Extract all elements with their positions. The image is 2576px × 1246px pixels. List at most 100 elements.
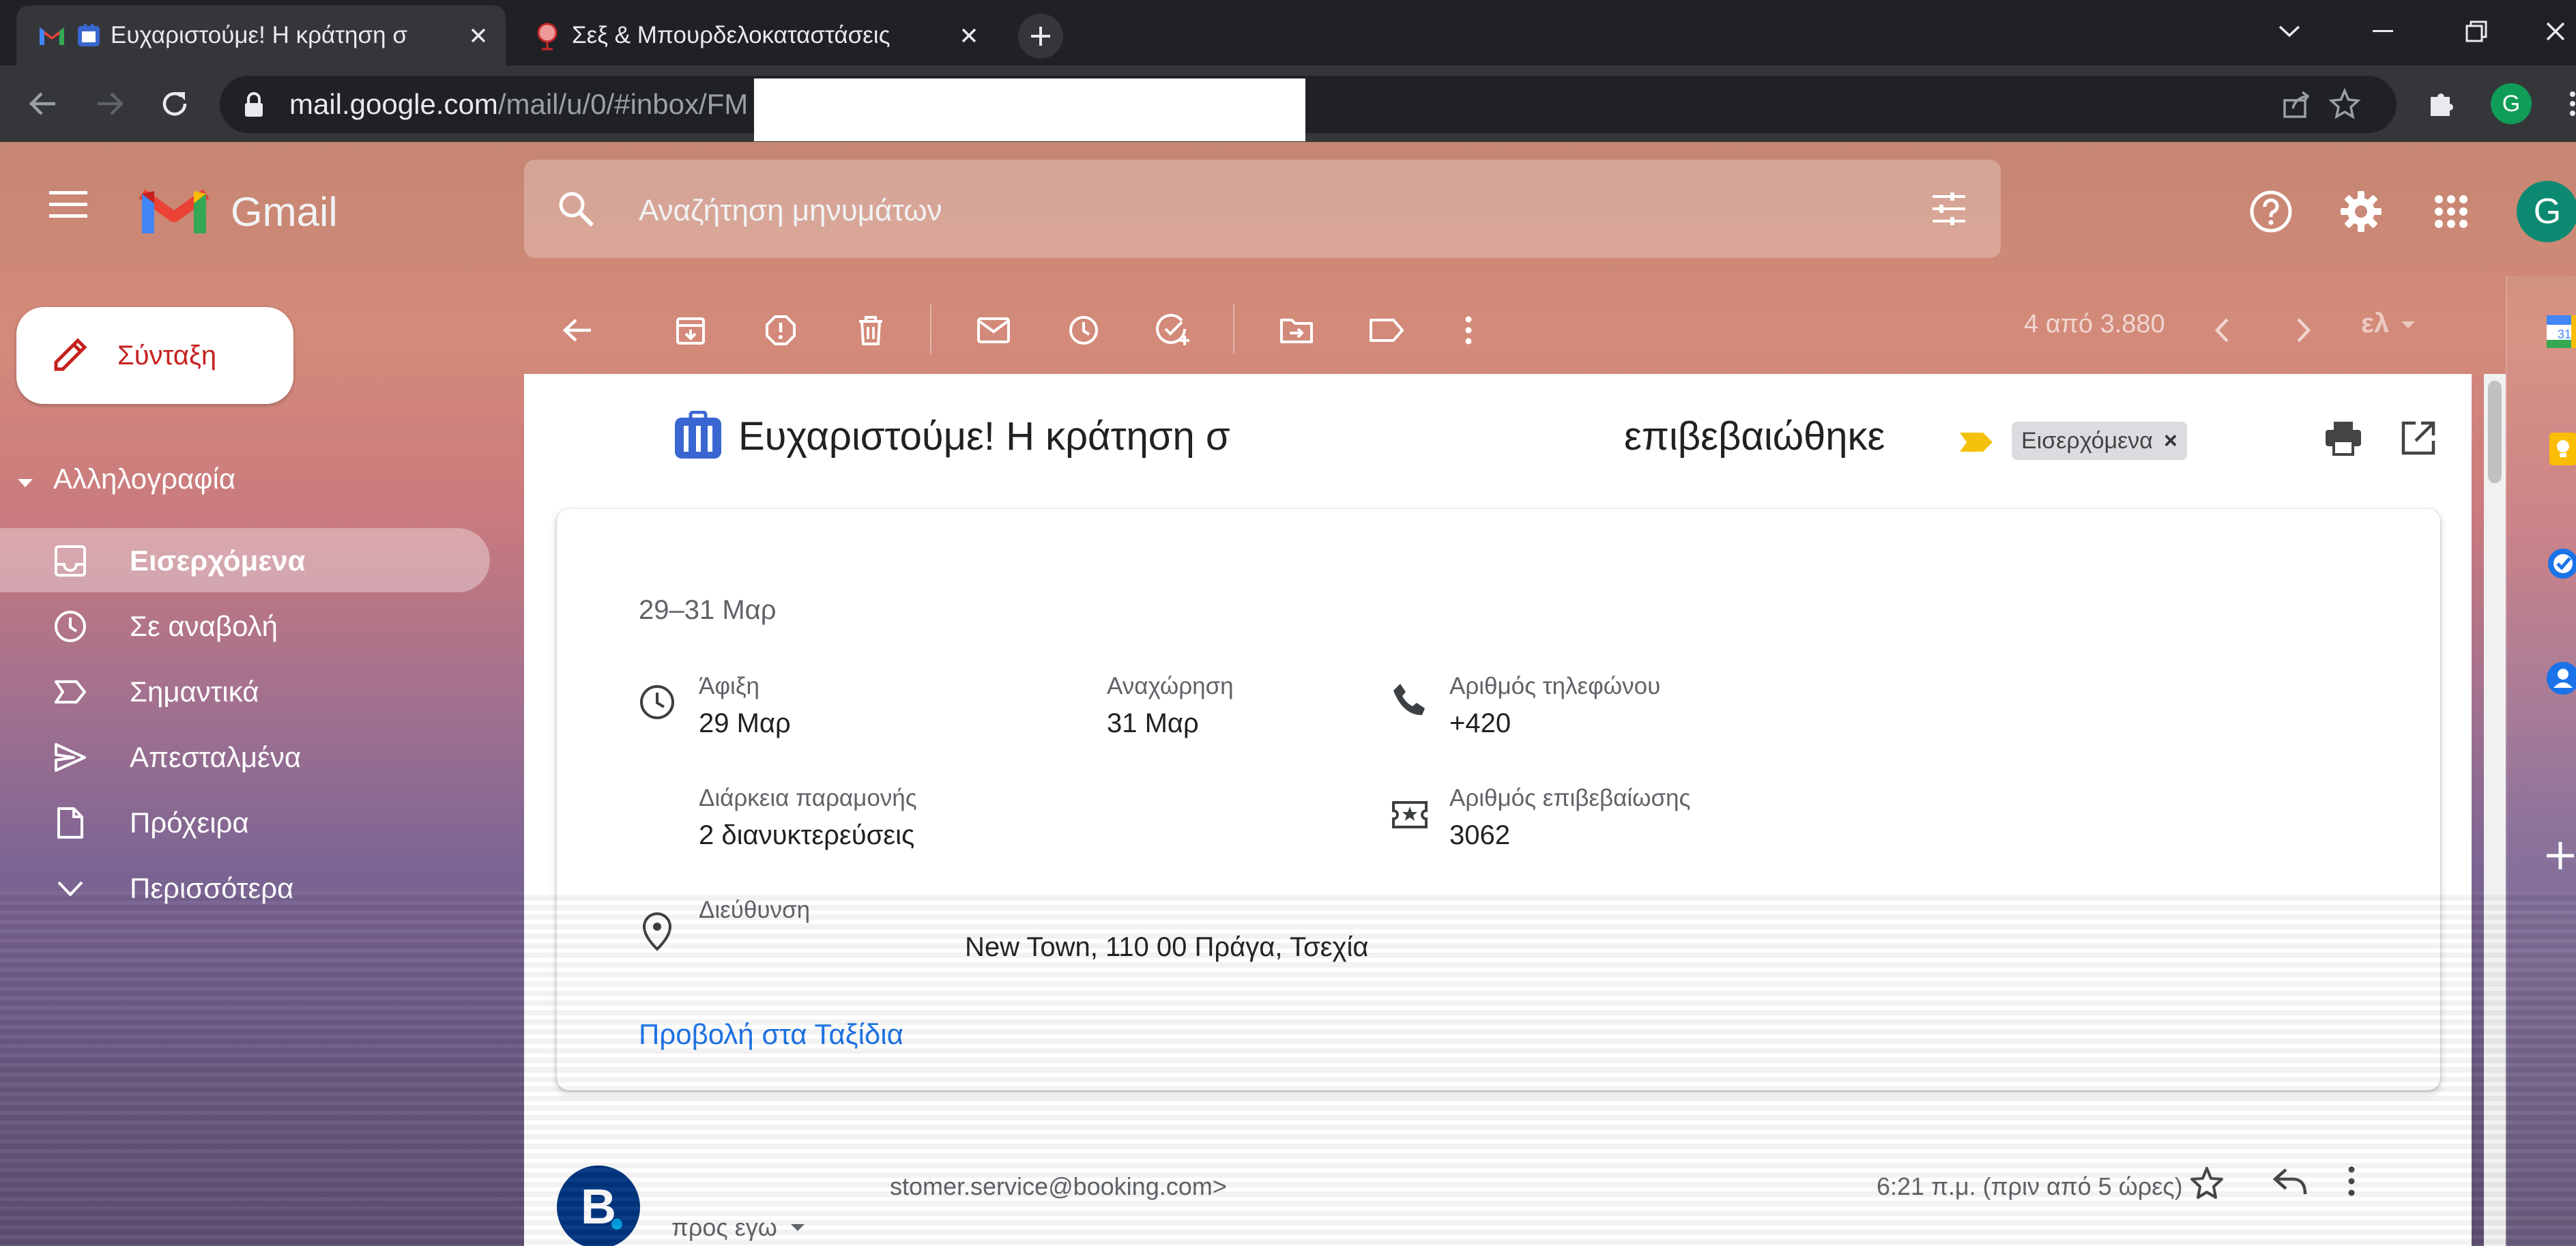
mark-unread-icon[interactable] bbox=[966, 303, 1021, 358]
input-language-selector[interactable]: ελ bbox=[2361, 308, 2416, 339]
add-addon-icon[interactable] bbox=[2544, 839, 2576, 875]
snooze-icon bbox=[53, 609, 87, 650]
message-scrollbar[interactable] bbox=[2484, 374, 2506, 1246]
back-icon[interactable] bbox=[23, 85, 61, 123]
mail-section-label: Αλληλογραφία bbox=[53, 463, 236, 495]
stay-length-value: 2 διανυκτερεύσεις bbox=[699, 820, 915, 850]
view-in-trips-link[interactable]: Προβολή στα Ταξίδια bbox=[639, 1018, 903, 1051]
star-icon[interactable] bbox=[2189, 1165, 2225, 1204]
url-path: /mail/u/0/#inbox/FM bbox=[497, 88, 749, 120]
snooze-clock-icon[interactable] bbox=[1056, 303, 1111, 358]
recipient-text: προς εγω bbox=[671, 1213, 777, 1241]
phone-icon bbox=[1391, 681, 1428, 721]
sidebar-item-important[interactable]: Σημαντικά bbox=[0, 659, 490, 723]
compose-button[interactable]: Σύνταξη bbox=[16, 307, 293, 404]
arrival-value: 29 Μαρ bbox=[699, 708, 791, 738]
booking-dot bbox=[611, 1219, 622, 1230]
calendar-app-icon[interactable]: 31 bbox=[2544, 313, 2576, 354]
confirmation-label: Αριθμός επιβεβαίωσης bbox=[1449, 785, 1691, 811]
browser-profile-avatar[interactable]: G bbox=[2491, 83, 2532, 124]
sidebar-item-label: Σημαντικά bbox=[130, 676, 259, 708]
remove-label-icon[interactable]: × bbox=[2164, 428, 2177, 454]
restore-icon[interactable] bbox=[2452, 11, 2500, 52]
older-chevron-icon[interactable] bbox=[2276, 303, 2331, 358]
sidebar-item-snoozed[interactable]: Σε αναβολή bbox=[0, 594, 490, 658]
newer-chevron-icon[interactable] bbox=[2195, 303, 2249, 358]
sidebar-item-sent[interactable]: Απεσταλμένα bbox=[0, 725, 490, 789]
tab-title: Σεξ & Μπουρδελοκαταστάσεις bbox=[572, 22, 891, 48]
close-tab-icon[interactable] bbox=[465, 22, 492, 49]
move-to-icon[interactable] bbox=[1269, 303, 1324, 358]
sender-avatar[interactable]: B bbox=[557, 1165, 640, 1246]
label-chip-text: Εισερχόμενα bbox=[2021, 427, 2153, 454]
search-icon[interactable] bbox=[557, 190, 595, 231]
message-pane: Ευχαριστούμε! Η κράτηση σ επιβεβαιώθηκε … bbox=[524, 374, 2472, 1246]
reload-icon[interactable] bbox=[156, 85, 194, 123]
main-menu-icon[interactable] bbox=[49, 190, 87, 223]
keep-app-icon[interactable] bbox=[2544, 430, 2576, 472]
gmail-favicon-icon bbox=[37, 20, 67, 50]
draft-icon bbox=[53, 806, 87, 847]
minimize-icon[interactable] bbox=[2359, 11, 2407, 52]
reply-icon[interactable] bbox=[2271, 1165, 2308, 1200]
recipient-details[interactable]: προς εγω bbox=[671, 1213, 806, 1242]
sender-avatar-letter: B bbox=[581, 1180, 616, 1234]
scrollbar-thumb[interactable] bbox=[2488, 381, 2502, 483]
more-actions-icon[interactable] bbox=[1441, 303, 1496, 358]
add-task-icon[interactable] bbox=[1146, 303, 1201, 358]
important-marker-icon[interactable] bbox=[1958, 430, 1995, 458]
address-bar[interactable]: mail.google.com/mail/u/0/#inbox/FM bbox=[220, 76, 2397, 133]
share-icon[interactable] bbox=[2281, 88, 2313, 124]
delete-trash-icon[interactable] bbox=[843, 303, 898, 358]
stay-dates: 29–31 Μαρ bbox=[639, 595, 777, 625]
back-to-inbox-icon[interactable] bbox=[550, 303, 605, 358]
archive-icon[interactable] bbox=[663, 303, 718, 358]
forward-icon[interactable] bbox=[91, 85, 130, 123]
sidebar-item-label: Περισσότερα bbox=[130, 872, 294, 904]
extensions-puzzle-icon[interactable] bbox=[2422, 85, 2461, 123]
browser-tab-gmail[interactable]: Ευχαριστούμε! Η κράτηση σ bbox=[16, 5, 506, 66]
sender-email[interactable]: stomer.service@booking.com> bbox=[890, 1172, 1227, 1201]
mail-section-header[interactable]: Αλληλογραφία bbox=[16, 463, 235, 495]
gmail-logo[interactable]: Gmail bbox=[136, 182, 338, 242]
details-dropdown-icon bbox=[790, 1224, 805, 1231]
sidebar-item-more[interactable]: Περισσότερα bbox=[0, 856, 490, 920]
compose-label: Σύνταξη bbox=[117, 340, 217, 371]
tab-search-icon[interactable] bbox=[2266, 11, 2313, 52]
tab-title: Ευχαριστούμε! Η κράτηση σ bbox=[111, 22, 407, 48]
print-icon[interactable] bbox=[2324, 420, 2362, 459]
account-avatar[interactable]: G bbox=[2517, 181, 2576, 242]
address-value: New Town, 110 00 Πράγα, Τσεχία bbox=[965, 932, 1369, 962]
toolbar-divider bbox=[930, 304, 931, 353]
bookmark-star-icon[interactable] bbox=[2328, 87, 2361, 124]
browser-menu-icon[interactable] bbox=[2553, 85, 2576, 123]
important-icon bbox=[53, 675, 87, 716]
confirmation-value: 3062 bbox=[1449, 820, 1510, 850]
inbox-icon bbox=[53, 544, 87, 585]
gmail-m-logo-icon bbox=[136, 182, 212, 242]
close-tab-icon[interactable] bbox=[955, 22, 983, 49]
browser-tab-other[interactable]: Σεξ & Μπουρδελοκαταστάσεις bbox=[512, 5, 996, 66]
brain-favicon-icon bbox=[532, 20, 562, 50]
label-tag-icon[interactable] bbox=[1359, 303, 1414, 358]
close-window-icon[interactable] bbox=[2532, 11, 2576, 52]
open-in-new-window-icon[interactable] bbox=[2401, 420, 2436, 459]
sidebar-item-inbox[interactable]: Εισερχόμενα bbox=[0, 528, 490, 592]
message-more-icon[interactable] bbox=[2347, 1165, 2356, 1200]
sidebar-item-drafts[interactable]: Πρόχειρα bbox=[0, 790, 490, 854]
google-apps-icon[interactable] bbox=[2428, 188, 2474, 235]
gmail-app: Gmail Αναζήτηση μηνυμάτων G Σύνταξη Αλλη… bbox=[0, 142, 2576, 1246]
arrival-label: Άφιξη bbox=[699, 673, 759, 699]
phone-label: Αριθμός τηλεφώνου bbox=[1449, 673, 1661, 699]
search-mail-input[interactable]: Αναζήτηση μηνυμάτων bbox=[524, 160, 2001, 258]
search-options-icon[interactable] bbox=[1930, 190, 1968, 231]
tasks-app-icon[interactable] bbox=[2544, 545, 2576, 586]
contacts-app-icon[interactable] bbox=[2544, 659, 2576, 701]
help-icon[interactable] bbox=[2248, 188, 2294, 235]
report-spam-icon[interactable] bbox=[753, 303, 808, 358]
redacted-region bbox=[754, 78, 1305, 141]
new-tab-button[interactable] bbox=[1018, 14, 1063, 59]
url-host: mail.google.com bbox=[289, 88, 498, 120]
settings-gear-icon[interactable] bbox=[2338, 188, 2384, 235]
message-timestamp: 6:21 π.μ. (πριν από 5 ώρες) bbox=[1877, 1172, 2183, 1200]
